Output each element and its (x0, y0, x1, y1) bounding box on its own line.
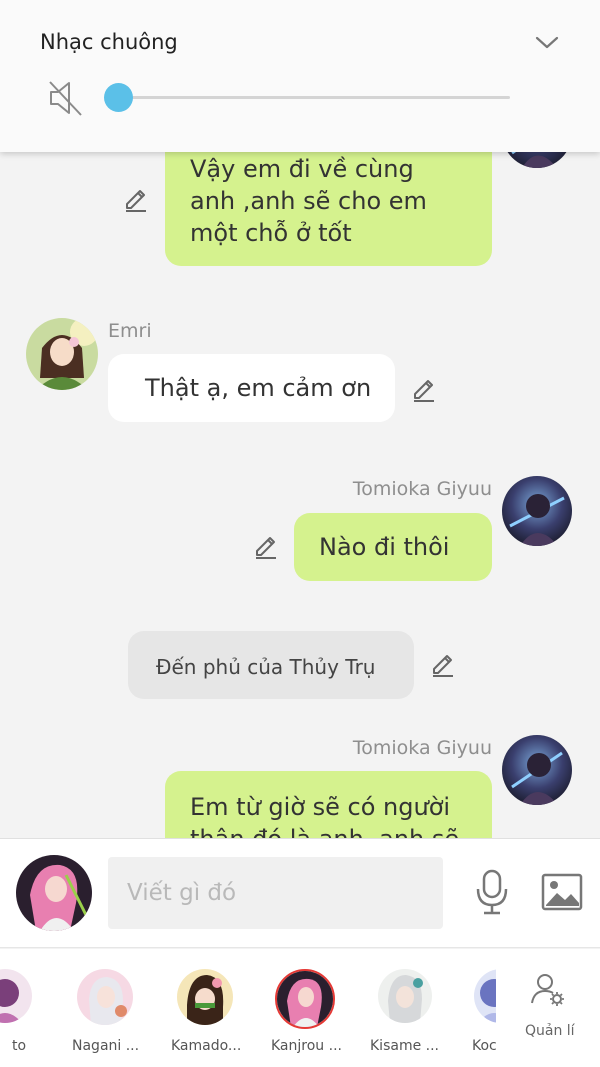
image-icon[interactable] (541, 873, 583, 911)
character-name: Kamado... (171, 1038, 242, 1054)
edit-icon[interactable] (252, 533, 280, 561)
character-name: to (12, 1038, 27, 1054)
character-name: Nagani ... (72, 1038, 140, 1054)
message-bubble-outgoing[interactable]: Nào đi thôi (294, 513, 492, 581)
character-item[interactable]: Kisame ... (354, 949, 454, 1067)
microphone-icon[interactable] (474, 869, 510, 915)
character-avatar (378, 969, 432, 1023)
avatar-tomioka-giyuu[interactable] (502, 735, 572, 805)
message-text-line: thân đó là anh, anh sẽ (190, 823, 467, 838)
user-settings-icon (530, 971, 566, 1007)
message-bubble-outgoing[interactable]: Em từ giờ sẽ có người thân đó là anh, an… (165, 771, 492, 838)
character-avatar (275, 969, 335, 1029)
sender-name: Emri (108, 320, 152, 342)
message-text-line: anh ,anh sẽ cho em (190, 187, 427, 215)
character-avatar (0, 969, 32, 1023)
message-text: Thật ạ, em cảm ơn (145, 374, 372, 402)
edit-icon[interactable] (410, 376, 438, 404)
character-name: Kanjrou ... (271, 1038, 342, 1054)
character-item[interactable]: Nagani ... (56, 949, 156, 1067)
character-bar: to Nagani ... Kamado... Kanjrou ... Kisa… (0, 949, 600, 1067)
volume-mute-icon[interactable] (47, 78, 85, 118)
edit-icon[interactable] (429, 651, 457, 679)
character-name: Koc (472, 1038, 496, 1054)
message-bubble-outgoing[interactable]: Vậy em đi về cùng anh ,anh sẽ cho em một… (165, 136, 492, 266)
character-item-selected[interactable]: Kanjrou ... (255, 949, 355, 1067)
message-text-line: Em từ giờ sẽ có người (190, 793, 451, 821)
character-name: Kisame ... (370, 1038, 439, 1054)
sender-name: Tomioka Giyuu (352, 737, 492, 759)
character-item[interactable]: to (0, 949, 50, 1067)
message-text-line: Vậy em đi về cùng (190, 155, 414, 183)
edit-icon[interactable] (122, 186, 150, 214)
character-avatar (77, 969, 133, 1025)
sender-name: Tomioka Giyuu (352, 478, 492, 500)
character-avatar (177, 969, 233, 1025)
character-item[interactable]: Koc (452, 949, 496, 1067)
message-text: Nào đi thôi (319, 533, 450, 561)
message-bubble-incoming[interactable]: Thật ạ, em cảm ơn (108, 354, 395, 422)
manage-button[interactable]: Quản lí (516, 949, 580, 1067)
narration-bubble[interactable]: Đến phủ của Thủy Trụ (128, 631, 414, 699)
manage-label: Quản lí (525, 1023, 575, 1039)
input-bar (0, 838, 600, 948)
volume-panel: Nhạc chuông (0, 0, 600, 152)
volume-slider[interactable] (104, 82, 510, 112)
narration-text: Đến phủ của Thủy Trụ (156, 655, 376, 679)
chevron-down-icon[interactable] (533, 32, 561, 52)
message-input[interactable] (108, 857, 443, 929)
volume-slider-track (118, 96, 510, 99)
character-item[interactable]: Kamado... (155, 949, 255, 1067)
avatar-tomioka-giyuu[interactable] (502, 476, 572, 546)
avatar-emri[interactable] (26, 318, 98, 390)
message-text-line: một chỗ ở tốt (190, 219, 352, 247)
character-avatar (474, 969, 496, 1023)
volume-slider-thumb[interactable] (104, 83, 133, 112)
volume-panel-title: Nhạc chuông (40, 30, 178, 54)
current-character-avatar[interactable] (16, 855, 92, 931)
